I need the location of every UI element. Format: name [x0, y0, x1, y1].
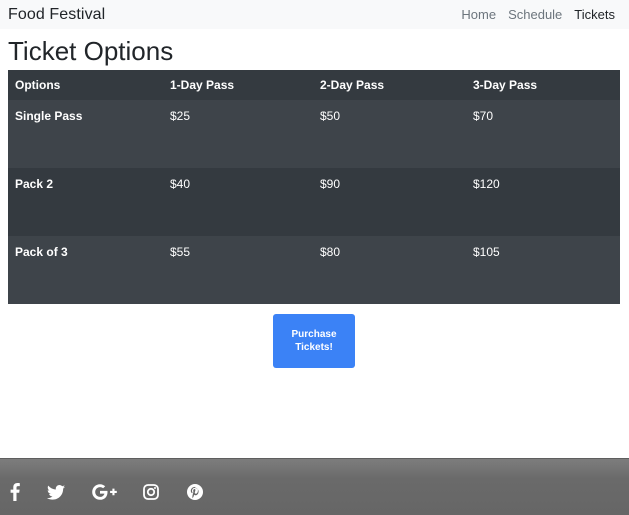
price-cell: $70 — [473, 109, 494, 123]
column-header-1-day: 1-Day Pass — [170, 78, 235, 92]
row-option-label: Single Pass — [15, 109, 83, 123]
table-row: Pack of 3 $55 $80 $105 — [8, 236, 620, 304]
column-header-2-day: 2-Day Pass — [320, 78, 385, 92]
twitter-icon[interactable] — [46, 481, 66, 503]
ticket-options-table: Options 1-Day Pass 2-Day Pass 3-Day Pass… — [8, 70, 620, 304]
brand-link[interactable]: Food Festival — [8, 6, 105, 24]
table-row: Pack 2 $40 $90 $120 — [8, 168, 620, 236]
nav-tickets-link[interactable]: Tickets — [574, 7, 615, 22]
purchase-tickets-button[interactable]: Purchase Tickets! — [273, 314, 355, 368]
footer — [0, 458, 629, 515]
instagram-icon[interactable] — [142, 481, 160, 503]
price-cell: $25 — [170, 109, 191, 123]
row-option-label: Pack of 3 — [15, 245, 68, 259]
navbar: Food Festival Home Schedule Tickets — [0, 0, 629, 29]
nav-schedule-link[interactable]: Schedule — [508, 7, 562, 22]
facebook-icon[interactable] — [8, 481, 22, 503]
price-cell: $40 — [170, 177, 191, 191]
price-cell: $120 — [473, 177, 500, 191]
nav-links: Home Schedule Tickets — [461, 7, 615, 22]
price-cell: $50 — [320, 109, 341, 123]
price-cell: $55 — [170, 245, 191, 259]
price-cell: $90 — [320, 177, 341, 191]
column-header-3-day: 3-Day Pass — [473, 78, 538, 92]
nav-home-link[interactable]: Home — [461, 7, 496, 22]
row-option-label: Pack 2 — [15, 177, 54, 191]
table-header-row: Options 1-Day Pass 2-Day Pass 3-Day Pass — [8, 70, 620, 100]
table-row: Single Pass $25 $50 $70 — [8, 100, 620, 168]
column-header-options: Options — [15, 78, 61, 92]
google-plus-icon[interactable] — [91, 481, 117, 503]
price-cell: $105 — [473, 245, 500, 259]
pinterest-icon[interactable] — [186, 481, 204, 503]
price-cell: $80 — [320, 245, 341, 259]
page-title: Ticket Options — [8, 36, 174, 66]
